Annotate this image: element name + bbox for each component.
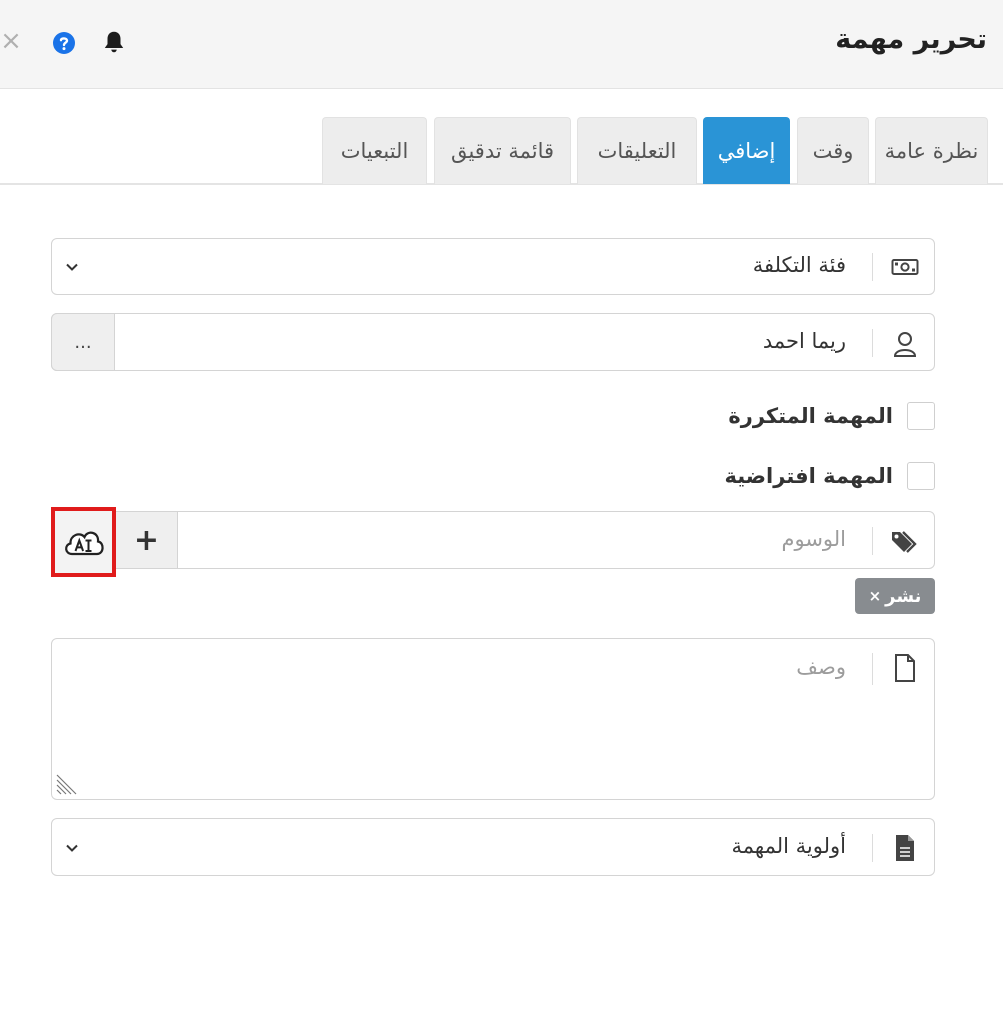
add-tag-button[interactable]: + xyxy=(115,511,178,569)
field-separator xyxy=(872,834,873,862)
tab-comments[interactable]: التعليقات xyxy=(577,117,697,184)
chevron-down-icon xyxy=(66,844,78,852)
field-separator xyxy=(872,653,873,685)
assignee-field[interactable]: ريما احمد xyxy=(51,313,935,371)
tags-placeholder: الوسوم xyxy=(781,527,846,551)
virtual-task-row[interactable]: المهمة افتراضية xyxy=(724,461,935,491)
tab-checklist[interactable]: قائمة تدقيق xyxy=(434,117,571,184)
description-textarea[interactable]: وصف xyxy=(51,638,935,800)
field-separator xyxy=(872,253,873,281)
ai-cloud-icon xyxy=(64,531,104,556)
tag-chip-label: نشر xyxy=(885,585,922,607)
recurring-task-label: المهمة المتكررة xyxy=(728,404,893,428)
close-button[interactable]: × xyxy=(0,26,22,56)
virtual-task-label: المهمة افتراضية xyxy=(724,464,893,488)
tab-bar: نظرة عامة وقت إضافي التعليقات قائمة تدقي… xyxy=(0,117,1003,185)
recurring-task-row[interactable]: المهمة المتكررة xyxy=(728,401,935,431)
tag-chip: نشر × xyxy=(855,578,935,614)
ai-generate-tags-button[interactable] xyxy=(51,507,116,577)
tags-icon xyxy=(890,527,920,557)
resize-handle-icon[interactable] xyxy=(55,774,77,796)
recurring-task-checkbox[interactable] xyxy=(907,402,935,430)
tab-dependencies[interactable]: التبعيات xyxy=(322,117,427,184)
user-icon xyxy=(890,329,920,359)
description-placeholder: وصف xyxy=(796,655,846,679)
assignee-value: ريما احمد xyxy=(762,329,846,353)
tab-additional[interactable]: إضافي xyxy=(703,117,790,184)
priority-value: أولوية المهمة xyxy=(731,834,846,858)
tags-input[interactable]: الوسوم xyxy=(177,511,935,569)
dialog-header: × تحرير مهمة xyxy=(0,0,1003,89)
file-text-icon xyxy=(890,833,920,863)
virtual-task-checkbox[interactable] xyxy=(907,462,935,490)
tab-overview[interactable]: نظرة عامة xyxy=(875,117,988,184)
cost-category-select[interactable]: فئة التكلفة xyxy=(51,238,935,295)
cost-category-value: فئة التكلفة xyxy=(752,253,846,277)
money-bill-icon xyxy=(890,252,920,282)
field-separator xyxy=(872,527,873,555)
field-separator xyxy=(872,329,873,357)
file-icon xyxy=(890,653,920,683)
bell-icon[interactable] xyxy=(101,29,127,55)
page-title: تحرير مهمة xyxy=(835,24,987,55)
tab-time[interactable]: وقت xyxy=(797,117,869,184)
chevron-down-icon xyxy=(66,263,78,271)
tag-remove-icon[interactable]: × xyxy=(869,587,882,605)
assignee-more-button[interactable]: ... xyxy=(51,313,115,371)
priority-select[interactable]: أولوية المهمة xyxy=(51,818,935,876)
help-circle-icon[interactable] xyxy=(52,31,76,55)
